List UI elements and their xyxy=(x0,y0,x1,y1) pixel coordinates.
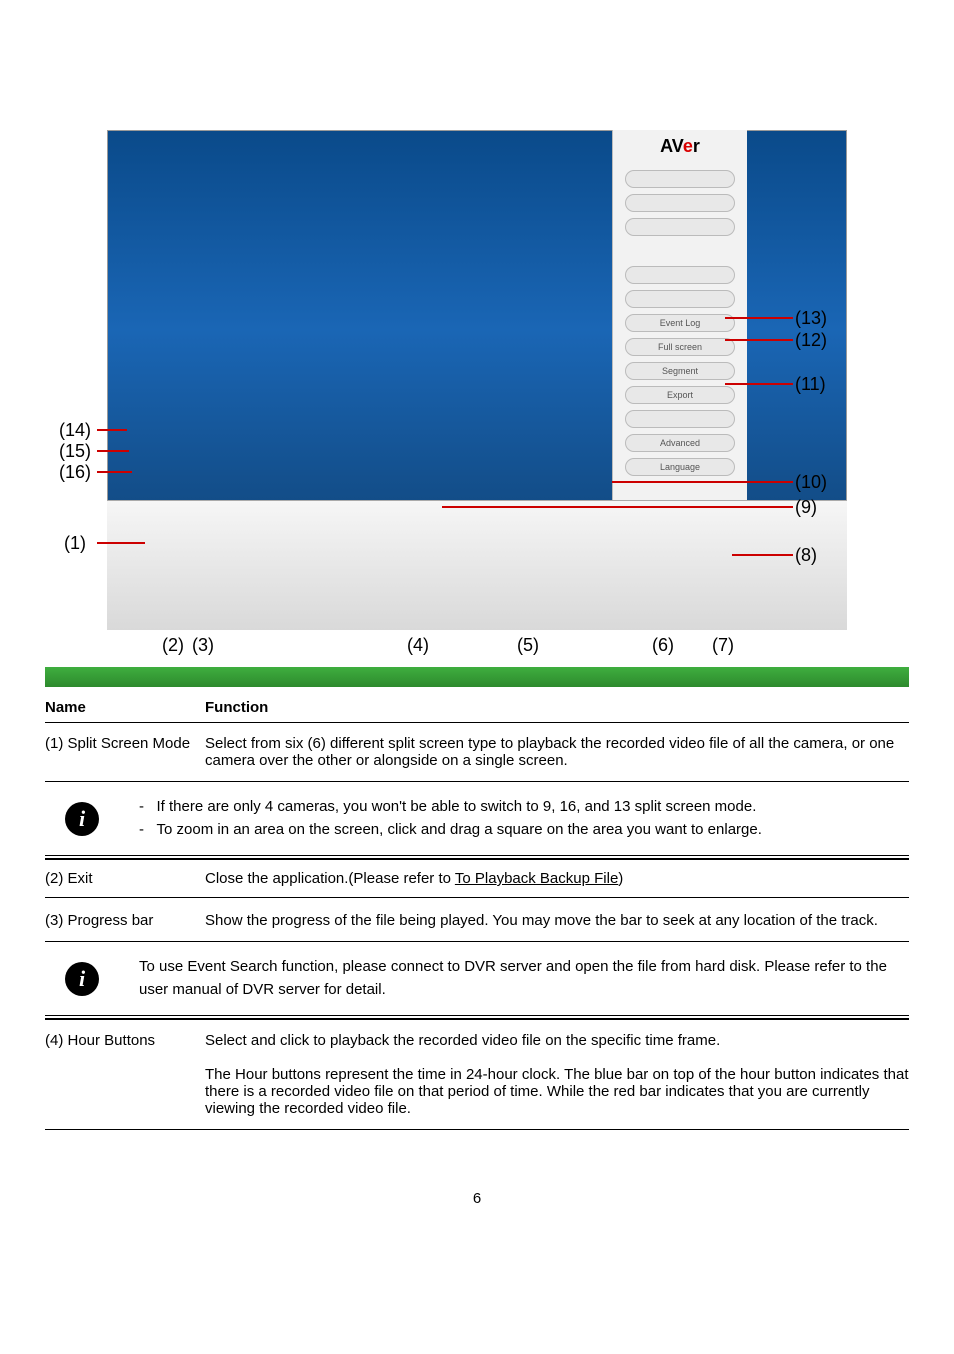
row2-func-link[interactable]: To Playback Backup File xyxy=(455,870,618,887)
label-4: (4) xyxy=(407,635,429,656)
leader-11 xyxy=(725,383,793,385)
table-header-row: Name Function xyxy=(45,687,909,720)
label-8: (8) xyxy=(795,545,817,566)
row1-func: Select from six (6) different split scre… xyxy=(205,735,909,769)
info1-line2: To zoom in an area on the screen, click … xyxy=(157,821,762,838)
side-btn-advanced: Advanced xyxy=(625,434,735,452)
label-13: (13) xyxy=(795,308,827,329)
row3-name: (3) Progress bar xyxy=(45,912,205,929)
row2-func-prefix: Close the application.(Please refer to xyxy=(205,870,455,887)
row-split-screen: (1) Split Screen Mode Select from six (6… xyxy=(45,723,909,781)
leader-9 xyxy=(442,506,793,508)
logo-part-b: e xyxy=(683,136,693,156)
leader-12 xyxy=(725,339,793,341)
bottom-label-row: (2) (3) (4) (5) (6) (7) xyxy=(107,630,847,665)
logo-part-c: r xyxy=(693,136,700,156)
row4-func: Select and click to playback the recorde… xyxy=(205,1032,909,1117)
label-12: (12) xyxy=(795,330,827,351)
leader-10 xyxy=(612,481,793,483)
row4-func-line1: Select and click to playback the recorde… xyxy=(205,1032,720,1049)
green-divider-bar xyxy=(45,667,909,687)
info2-text: To use Event Search function, please con… xyxy=(139,956,909,1001)
info-block-1: i - If there are only 4 cameras, you won… xyxy=(45,781,909,859)
label-6: (6) xyxy=(652,635,674,656)
row1-name: (1) Split Screen Mode xyxy=(45,735,205,769)
side-btn-fullscreen: Full screen xyxy=(625,338,735,356)
row2-name: (2) Exit xyxy=(45,870,205,887)
side-btn-1 xyxy=(625,194,735,212)
side-btn-3 xyxy=(625,266,735,284)
row-progress: (3) Progress bar Show the progress of th… xyxy=(45,900,909,941)
header-function: Function xyxy=(205,699,909,716)
section-progress: (3) Progress bar Show the progress of th… xyxy=(45,900,909,1019)
leader-8 xyxy=(732,554,793,556)
row2-func: Close the application.(Please refer to T… xyxy=(205,870,909,887)
side-btn-9 xyxy=(625,410,735,428)
leader-13 xyxy=(725,317,793,319)
header-name: Name xyxy=(45,699,205,716)
side-btn-segment: Segment xyxy=(625,362,735,380)
info-block-2: i To use Event Search function, please c… xyxy=(45,941,909,1019)
leader-14 xyxy=(97,429,127,431)
figure-area: AVer Event Log Full screen Segment Expor… xyxy=(45,0,909,687)
label-2: (2) xyxy=(162,635,184,656)
logo-part-a: AV xyxy=(660,136,683,156)
aver-logo: AVer xyxy=(660,136,700,157)
side-btn-2 xyxy=(625,218,735,236)
label-14: (14) xyxy=(59,420,91,441)
page: AVer Event Log Full screen Segment Expor… xyxy=(0,0,954,1247)
side-btn-export: Export xyxy=(625,386,735,404)
label-7: (7) xyxy=(712,635,734,656)
info1-text: - If there are only 4 cameras, you won't… xyxy=(139,796,909,841)
screenshot-bottom-panel xyxy=(107,500,847,630)
info-icon: i xyxy=(65,962,99,996)
section-split-screen: (1) Split Screen Mode Select from six (6… xyxy=(45,722,909,859)
label-9: (9) xyxy=(795,497,817,518)
info1-dash-b: - xyxy=(139,821,144,838)
screenshot-sidebar: AVer Event Log Full screen Segment Expor… xyxy=(612,130,747,500)
label-15: (15) xyxy=(59,441,91,462)
leader-16 xyxy=(97,471,132,473)
row2-func-suffix: ) xyxy=(618,870,623,887)
row-exit: (2) Exit Close the application.(Please r… xyxy=(45,859,909,898)
side-btn-eventlog: Event Log xyxy=(625,314,735,332)
leader-1 xyxy=(97,542,145,544)
label-3: (3) xyxy=(192,635,214,656)
label-10: (10) xyxy=(795,472,827,493)
info-icon: i xyxy=(65,802,99,836)
screenshot-figure: AVer Event Log Full screen Segment Expor… xyxy=(107,130,847,630)
leader-15 xyxy=(97,450,129,452)
info1-dash-a: - xyxy=(139,798,144,815)
label-5: (5) xyxy=(517,635,539,656)
side-btn-0 xyxy=(625,170,735,188)
label-11: (11) xyxy=(795,374,826,395)
row4-name: (4) Hour Buttons xyxy=(45,1032,205,1117)
row4-func-line2: The Hour buttons represent the time in 2… xyxy=(205,1066,908,1117)
label-16: (16) xyxy=(59,462,91,483)
row3-func: Show the progress of the file being play… xyxy=(205,912,909,929)
side-btn-4 xyxy=(625,290,735,308)
page-number: 6 xyxy=(45,1190,909,1207)
side-btn-language: Language xyxy=(625,458,735,476)
row-hour-buttons: (4) Hour Buttons Select and click to pla… xyxy=(45,1019,909,1130)
info1-line1: If there are only 4 cameras, you won't b… xyxy=(157,798,757,815)
label-1: (1) xyxy=(64,533,86,554)
